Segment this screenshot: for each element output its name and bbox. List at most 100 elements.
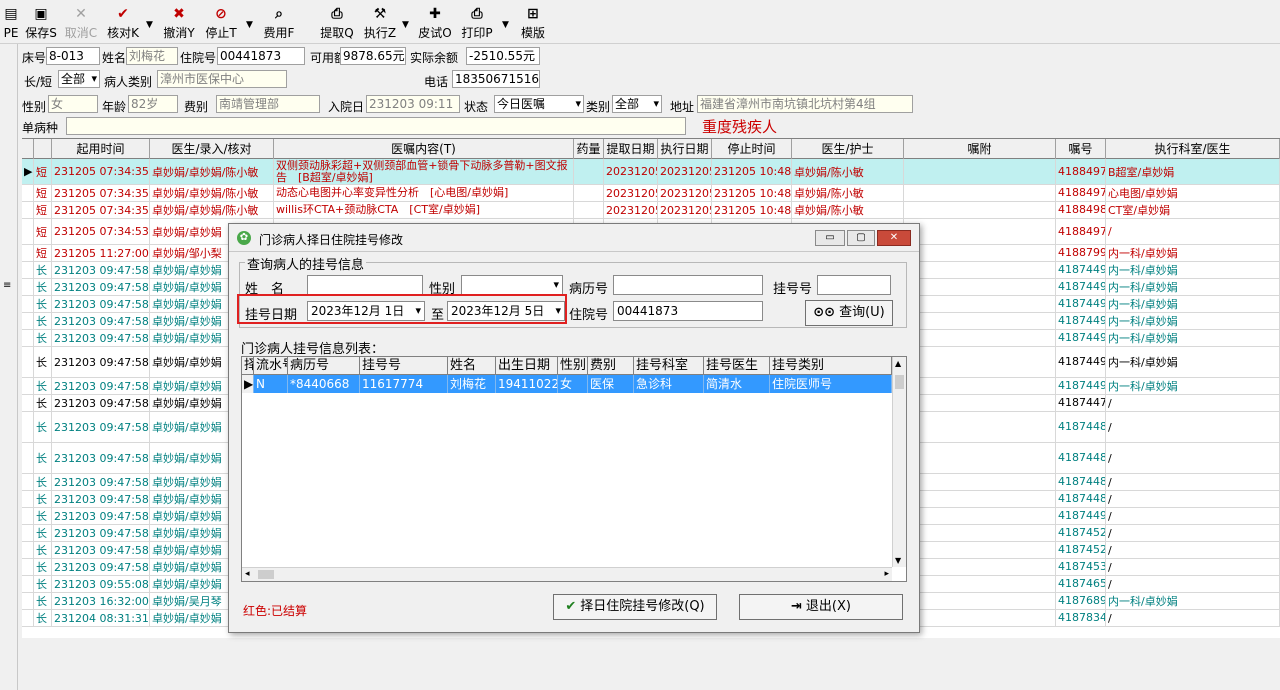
reg-no-input[interactable]	[817, 275, 891, 295]
type-select[interactable]: 全部	[612, 95, 662, 113]
age-field[interactable]: 82岁	[128, 95, 178, 113]
close-button[interactable]: ✕	[877, 230, 911, 246]
list-row[interactable]: ▶ N *8440668 11617774 刘梅花 19411022 女医保 急诊科 简清水 住院…	[242, 375, 892, 393]
name-input[interactable]	[307, 275, 423, 295]
list-header-0[interactable]: 择日	[242, 357, 254, 375]
list-horizontal-scrollbar[interactable]: ◂ ▸	[242, 567, 892, 581]
available-field[interactable]: 9878.65元	[340, 47, 406, 65]
table-row[interactable]: 短 231205 07:34:35 卓妙娟/卓妙娟/陈小敏 willis环CTA+颈动…	[22, 202, 1280, 219]
table-row[interactable]: ▶ 短 231205 07:34:35 卓妙娟/卓妙娟/陈小敏 双侧颈动脉彩超+双侧颈部…	[22, 159, 1280, 185]
grid-header-3[interactable]: 医生/录入/核对	[150, 139, 274, 159]
date-to-picker[interactable]: 2023年12月 5日	[447, 301, 565, 321]
query-group-title: 查询病人的挂号信息	[245, 254, 367, 273]
status-select[interactable]: 今日医嘱	[494, 95, 584, 113]
grid-header-6[interactable]: 提取日期	[604, 139, 658, 159]
cell-start: 231205 07:34:35	[52, 159, 150, 184]
toolbar-button-label: 核对K	[107, 26, 139, 40]
dialog-titlebar[interactable]: ✿ 门诊病人择日住院挂号修改 ▭ ▢ ✕	[229, 224, 919, 252]
scroll-up-icon[interactable]: ▲	[895, 359, 901, 368]
longshort-label: 长/短	[24, 75, 53, 89]
cell-dept: 心电图/卓妙娟	[1106, 185, 1280, 201]
dropdown-arrow-icon[interactable]: ▼	[246, 20, 253, 30]
list-header-10[interactable]: 挂号类别	[770, 357, 892, 375]
grid-header-4[interactable]: 医嘱内容(T)	[274, 139, 574, 159]
fee-field[interactable]: 南靖管理部	[216, 95, 320, 113]
grid-header-0[interactable]	[22, 139, 34, 159]
toolbar-button-11[interactable]: ⊞ 模版	[514, 6, 552, 42]
date-from-picker[interactable]: 2023年12月 1日	[307, 301, 425, 321]
sex-select[interactable]	[461, 275, 563, 295]
toolbar-button-8[interactable]: ⚒ 执行Z	[356, 6, 404, 42]
list-header-1[interactable]: 流水号	[254, 357, 288, 375]
grid-header-5[interactable]: 药量	[574, 139, 604, 159]
reg-no-label: 挂号号	[773, 282, 813, 297]
scroll-down-icon[interactable]: ▼	[895, 556, 901, 565]
splitter-handle-icon[interactable]: ≡	[3, 280, 11, 291]
list-header-5[interactable]: 出生日期	[496, 357, 558, 375]
toolbar-button-10[interactable]: ⎙ 打印P	[456, 6, 498, 42]
list-vertical-scrollbar[interactable]: ▲ ▼	[892, 357, 906, 567]
grid-header-9[interactable]: 医生/护士	[792, 139, 904, 159]
toolbar-button-5[interactable]: ⊘ 停止T	[200, 6, 242, 42]
disease-field[interactable]	[66, 117, 686, 135]
scroll-right-icon[interactable]: ▸	[884, 569, 889, 579]
binoculars-icon: ⊙⊙	[813, 305, 836, 320]
admission-no-input[interactable]: 00441873	[613, 301, 763, 321]
hscroll-thumb[interactable]	[258, 570, 274, 579]
modify-registration-button[interactable]: ✔ 择日住院挂号修改(Q)	[553, 594, 717, 620]
record-input[interactable]	[613, 275, 763, 295]
query-button[interactable]: ⊙⊙ 查询(U)	[805, 300, 893, 326]
skin-test-icon: ✚	[429, 6, 441, 22]
toolbar-button-3[interactable]: ✔ 核对K	[102, 6, 144, 42]
grid-header-1[interactable]	[34, 139, 52, 159]
address-field[interactable]: 福建省漳州市南坑镇北坑村第4组	[697, 95, 913, 113]
list-cell: 医保	[588, 375, 634, 393]
maximize-button[interactable]: ▢	[847, 230, 875, 246]
list-header-4[interactable]: 姓名	[448, 357, 496, 375]
list-header-7[interactable]: 费别	[588, 357, 634, 375]
toolbar-button-0[interactable]: ▤ PE	[0, 6, 22, 42]
toolbar-button-4[interactable]: ✖ 撤消Y	[158, 6, 200, 42]
balance-field[interactable]: -2510.55元	[466, 47, 540, 65]
dropdown-arrow-icon[interactable]: ▼	[402, 20, 409, 30]
longshort-select[interactable]: 全部	[58, 70, 100, 88]
grid-header-2[interactable]: 起用时间	[52, 139, 150, 159]
toolbar-button-9[interactable]: ✚ 皮试O	[414, 6, 456, 42]
grid-header-12[interactable]: 执行科室/医生	[1106, 139, 1280, 159]
admission-field[interactable]: 00441873	[217, 47, 305, 65]
list-header-2[interactable]: 病历号	[288, 357, 360, 375]
type-label: 类别	[586, 100, 611, 114]
scroll-left-icon[interactable]: ◂	[245, 569, 250, 579]
grid-header-10[interactable]: 嘱附	[904, 139, 1056, 159]
list-header-3[interactable]: 挂号号	[360, 357, 448, 375]
name-field[interactable]: 刘梅花	[126, 47, 178, 65]
minimize-button[interactable]: ▭	[815, 230, 845, 246]
left-scroll-track[interactable]: ≡	[0, 44, 18, 690]
cell-start: 231203 09:47:58	[54, 542, 150, 558]
toolbar-button-6[interactable]: ⌕ 费用F	[258, 6, 300, 42]
toolbar-button-1[interactable]: ▣ 保存S	[20, 6, 62, 42]
toolbar-button-7[interactable]: ⎙ 提取Q	[316, 6, 358, 42]
list-header-8[interactable]: 挂号科室	[634, 357, 704, 375]
list-header-6[interactable]: 性别	[558, 357, 588, 375]
table-row[interactable]: 短 231205 07:34:35 卓妙娟/卓妙娟/陈小敏 动态心电图并心率变异性分析…	[22, 185, 1280, 202]
scroll-thumb[interactable]	[895, 375, 904, 389]
dropdown-arrow-icon[interactable]: ▼	[146, 20, 153, 30]
checkmark-icon: ✔	[565, 599, 577, 614]
cell-note	[904, 185, 1056, 201]
dropdown-arrow-icon[interactable]: ▼	[502, 20, 509, 30]
cell-type: 长	[34, 330, 52, 346]
admit-date-field[interactable]: 231203 09:11	[366, 95, 460, 113]
exit-button[interactable]: ⇥ 退出(X)	[739, 594, 903, 620]
list-header-9[interactable]: 挂号医生	[704, 357, 770, 375]
phone-field[interactable]: 18350671516	[452, 70, 540, 88]
grid-header-11[interactable]: 嘱号	[1056, 139, 1106, 159]
cell-type: 长	[34, 313, 52, 329]
category-field[interactable]: 漳州市医保中心	[157, 70, 287, 88]
bed-field[interactable]: 8-013	[46, 47, 100, 65]
toolbar-button-2[interactable]: ✕ 取消C	[60, 6, 102, 42]
grid-header-7[interactable]: 执行日期	[658, 139, 712, 159]
sex-field[interactable]: 女	[48, 95, 98, 113]
cell-type: 长	[34, 347, 52, 377]
grid-header-8[interactable]: 停止时间	[712, 139, 792, 159]
